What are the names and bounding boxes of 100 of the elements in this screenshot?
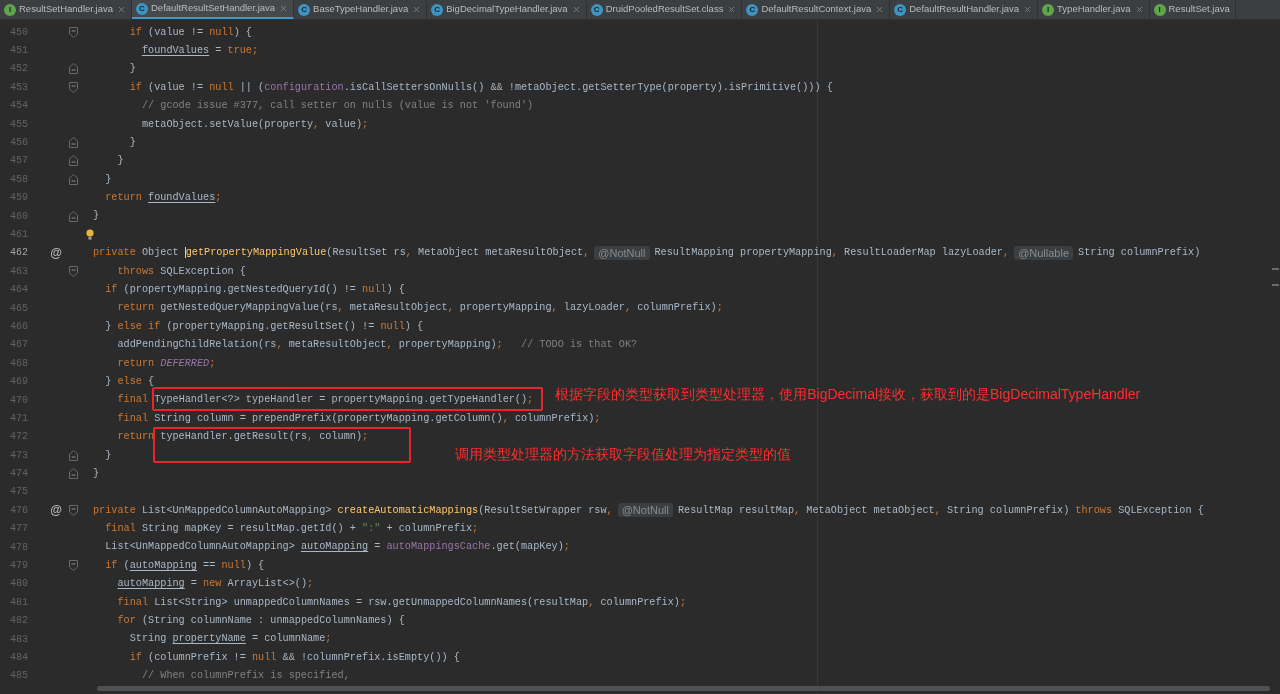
line-number: 483 — [9, 632, 29, 647]
fold-marker-icon[interactable] — [69, 210, 78, 222]
close-icon[interactable] — [412, 5, 422, 14]
horizontal-scrollbar-thumb[interactable] — [97, 686, 1270, 691]
file-type-badge: I — [1153, 3, 1166, 16]
line-number: 485 — [9, 669, 29, 684]
code-line: if (propertyMapping.getNestedQueryId() != null) { — [105, 283, 405, 297]
line-number: 450 — [9, 25, 29, 40]
line-number: 463 — [9, 264, 29, 279]
code-line: } else if (propertyMapping.getResultSet() != null) { — [105, 319, 424, 334]
fold-marker-icon[interactable] — [69, 265, 78, 277]
fold-marker-icon[interactable] — [69, 504, 78, 516]
file-type-badge: C — [136, 2, 148, 15]
code-line: // When columnPrefix is specified, — [141, 669, 350, 684]
fold-marker-icon[interactable] — [69, 63, 78, 75]
close-icon[interactable] — [279, 4, 289, 13]
line-number: 454 — [9, 99, 29, 114]
code-line: if (value != null) { — [129, 25, 252, 40]
line-number: 464 — [9, 283, 29, 298]
parameter-hint: @NotNull — [617, 503, 673, 518]
file-type-badge: I — [1042, 3, 1055, 16]
at-sign-marker[interactable]: @ — [50, 245, 62, 260]
line-number: 469 — [9, 375, 29, 390]
code-fragment: ResultMap resultMap, MetaObject metaObject, String columnPrefix) throws SQLException { — [677, 503, 1204, 518]
line-number: 453 — [9, 80, 29, 95]
code-fragment: return — [117, 430, 155, 445]
code-line: foundValues = true; — [141, 43, 259, 58]
line-number: 466 — [9, 319, 29, 334]
fold-marker-icon[interactable] — [69, 155, 78, 167]
code-line: } — [93, 466, 100, 481]
close-icon[interactable] — [1134, 5, 1144, 14]
close-icon[interactable] — [571, 5, 581, 14]
line-number: 473 — [9, 448, 29, 463]
line-number: 480 — [9, 577, 29, 592]
line-number: 459 — [9, 191, 29, 206]
lightbulb-icon[interactable] — [86, 229, 94, 241]
code-line: } — [129, 135, 136, 150]
fold-marker-icon[interactable] — [69, 137, 78, 149]
file-type-badge: C — [431, 3, 444, 16]
code-line: String propertyName = columnName; — [129, 632, 332, 647]
close-icon[interactable] — [875, 5, 885, 14]
editor-tab[interactable]: C DefaultResultSetHandler.java — [132, 0, 295, 19]
fold-marker-icon[interactable] — [69, 449, 78, 461]
file-type-badge: C — [298, 3, 311, 16]
code-line: } else { — [105, 374, 155, 389]
code-line: } — [105, 172, 112, 187]
line-number: 456 — [9, 136, 29, 151]
code-line: final String column = prependPrefix(propertyMapping.getColumn(), columnPrefix); — [117, 411, 601, 426]
file-type-badge: C — [590, 3, 603, 16]
parameter-hint: @Nullable — [1014, 245, 1074, 260]
code-line: if (autoMapping == null) { — [105, 558, 265, 573]
code-fragment: private List<UnMappedColumnAutoMapping> createAutomaticMappings(ResultSetWrapper rsw, — [93, 503, 613, 518]
code-line: throws SQLException { — [117, 264, 246, 279]
line-number: 461 — [9, 228, 29, 242]
code-line: List<UnMappedColumnAutoMapping> autoMapping = autoMappingsCache.get(mapKey); — [105, 540, 570, 555]
line-number: 484 — [9, 650, 29, 665]
fold-marker-icon[interactable] — [69, 560, 78, 571]
code-line: return getNestedQueryMappingValue(rs, metaResultObject, propertyMapping, lazyLoader, columnPrefix); — [117, 301, 723, 316]
fold-marker-icon[interactable] — [69, 173, 78, 185]
file-type-badge: I — [4, 3, 16, 16]
file-type-badge: C — [746, 3, 759, 16]
code-line: } — [105, 448, 112, 463]
code-line: return foundValues; — [105, 191, 222, 206]
parameter-hint: @NotNull — [594, 245, 650, 260]
code-line: final List<String> unmappedColumnNames = rsw.getUnmappedColumnNames(resultMap, columnPrefix); — [117, 595, 687, 610]
line-number: 471 — [9, 411, 29, 426]
line-number: 482 — [9, 614, 29, 629]
line-number: 455 — [9, 117, 29, 132]
line-number: 470 — [9, 393, 29, 408]
code-line: metaObject.setValue(property, value); — [141, 117, 369, 132]
line-number: 478 — [9, 540, 29, 555]
code-line: if (columnPrefix != null && !columnPrefix.isEmpty()) { — [129, 650, 460, 665]
line-number: 462 — [9, 246, 29, 261]
file-type-badge: C — [894, 3, 907, 16]
code-fragment: TypeHandler<?> typeHandler = propertyMapping.getTypeHandler(); — [154, 393, 534, 405]
fold-marker-icon[interactable] — [69, 81, 78, 93]
line-number: 481 — [9, 595, 29, 610]
close-icon[interactable] — [117, 5, 126, 14]
annotation-text: 调用类型处理器的方法获取字段值处理为指定类型的值 — [455, 444, 792, 463]
code-fragment: ResultMapping propertyMapping, ResultLoaderMap lazyLoader, — [654, 246, 1010, 261]
line-number: 458 — [9, 172, 29, 187]
code-line: if (value != null || (configuration.isCallSettersOnNulls() && !metaObject.getSetterType(property).isPrimitive())) { — [129, 80, 833, 95]
line-number: 475 — [9, 485, 29, 500]
close-icon[interactable] — [1023, 5, 1033, 14]
code-line: return DEFERRED; — [117, 356, 216, 371]
line-number: 468 — [9, 356, 29, 371]
code-fragment: String columnPrefix) — [1078, 246, 1201, 261]
fold-marker-icon[interactable] — [69, 468, 78, 480]
code-line: // gcode issue #377, call setter on nulls (value is not 'found') — [141, 99, 534, 114]
line-number: 457 — [9, 154, 29, 169]
code-line: } — [117, 154, 124, 169]
line-number: 465 — [9, 301, 29, 316]
fold-marker-icon[interactable] — [69, 26, 78, 38]
line-number: 472 — [9, 430, 29, 445]
code-line: } — [93, 209, 100, 224]
at-sign-marker[interactable]: @ — [50, 503, 62, 518]
code-line: } — [129, 62, 136, 77]
close-icon[interactable] — [727, 5, 737, 14]
line-number: 451 — [9, 44, 29, 59]
line-number: 467 — [9, 338, 29, 353]
